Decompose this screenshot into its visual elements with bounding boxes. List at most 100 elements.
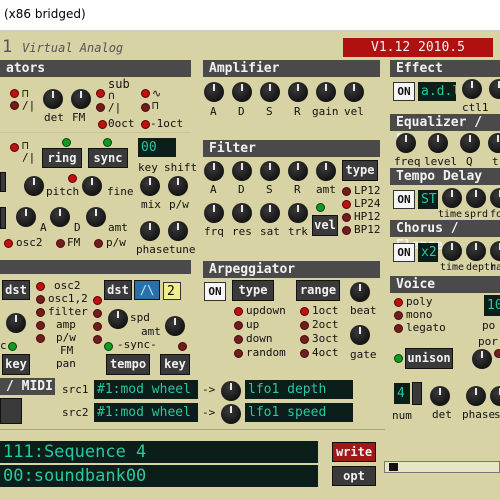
lfo-tempo-button[interactable]: tempo xyxy=(106,354,150,375)
phase-knob[interactable] xyxy=(140,221,160,241)
env-a-knob[interactable] xyxy=(16,207,36,227)
effect-ctl1-knob[interactable] xyxy=(462,79,482,99)
step-sequencer-strip[interactable] xyxy=(384,461,500,473)
unison-num-stepper[interactable] xyxy=(412,382,422,405)
lfo-osc12-led[interactable] xyxy=(36,295,45,304)
key-shift-display[interactable]: 00 xyxy=(138,138,176,157)
osc-det-knob[interactable] xyxy=(43,89,63,109)
filter-sat-knob[interactable] xyxy=(260,203,280,223)
lfo2-sync-led-2[interactable] xyxy=(178,342,187,351)
lfo-wave-triangle-icon[interactable]: /\ xyxy=(134,280,160,300)
oct0-led[interactable] xyxy=(98,120,107,129)
env-amt-knob[interactable] xyxy=(86,207,106,227)
lfo2-led-4[interactable] xyxy=(93,335,102,344)
arp-gate-knob[interactable] xyxy=(350,325,370,345)
arp-range-button[interactable]: range xyxy=(296,280,340,301)
voice-poly-led[interactable] xyxy=(394,298,403,307)
arp-4oct-led[interactable] xyxy=(300,349,309,358)
delay-on-button[interactable]: ON xyxy=(393,190,415,209)
sub-wave-led-2[interactable] xyxy=(141,103,150,112)
src2-select[interactable]: #1:mod wheel xyxy=(94,403,198,422)
unison-led[interactable] xyxy=(394,354,403,363)
voice-side-led[interactable] xyxy=(494,349,500,358)
effect-ctl2-knob[interactable] xyxy=(489,79,500,99)
arp-updown-led[interactable] xyxy=(234,307,243,316)
chorus-on-button[interactable]: ON xyxy=(393,243,415,262)
filter-lp12-led[interactable] xyxy=(342,187,351,196)
lfo2-led-3[interactable] xyxy=(93,322,102,331)
eq-level-knob[interactable] xyxy=(428,133,448,153)
lfo1-spd-knob[interactable] xyxy=(6,313,26,333)
amp-a-knob[interactable] xyxy=(204,82,224,102)
filter-type-button[interactable]: type xyxy=(342,160,378,181)
chorus-time-knob[interactable] xyxy=(442,241,462,261)
pitch-knob[interactable] xyxy=(24,176,44,196)
midi-channel-button[interactable] xyxy=(0,398,22,424)
lfo-filter-led[interactable] xyxy=(36,308,45,317)
sequencer-step-active[interactable] xyxy=(389,463,398,471)
fm-target-led[interactable] xyxy=(56,239,65,248)
arp-random-led[interactable] xyxy=(234,349,243,358)
eq-q-knob[interactable] xyxy=(460,133,480,153)
pitch-led[interactable] xyxy=(68,174,77,183)
osc-fm-knob[interactable] xyxy=(71,89,91,109)
program-bank-display[interactable]: 00:soundbank00 xyxy=(0,465,318,487)
amp-d-knob[interactable] xyxy=(232,82,252,102)
filter-bp12-led[interactable] xyxy=(342,226,351,235)
arp-on-button[interactable]: ON xyxy=(204,282,226,301)
fine-knob[interactable] xyxy=(82,176,102,196)
osc2-target-led[interactable] xyxy=(4,239,13,248)
pw-target-led[interactable] xyxy=(94,239,103,248)
dst1-select[interactable]: lfo1 depth xyxy=(245,380,353,399)
delay-time-knob[interactable] xyxy=(442,188,462,208)
mix-knob[interactable] xyxy=(140,176,160,196)
filter-res-knob[interactable] xyxy=(232,203,252,223)
src1-select[interactable]: #1:mod wheel xyxy=(94,380,198,399)
wave-led-2[interactable] xyxy=(10,101,19,110)
lfo2-amt-knob[interactable] xyxy=(165,316,185,336)
tune-knob[interactable] xyxy=(168,221,188,241)
amp-r-knob[interactable] xyxy=(288,82,308,102)
sub-wave-led-1[interactable] xyxy=(141,89,150,98)
portamento-knob[interactable] xyxy=(472,349,492,369)
filter-amt-knob[interactable] xyxy=(316,161,336,181)
chorus-mode-display[interactable]: x2 xyxy=(418,243,438,262)
sub-led-2[interactable] xyxy=(96,103,105,112)
delay-sprd-knob[interactable] xyxy=(466,188,486,208)
unison-s-knob[interactable] xyxy=(490,386,500,406)
env-d-knob[interactable] xyxy=(50,207,70,227)
lfo1-key-button[interactable]: key xyxy=(2,354,30,375)
eq-t-knob[interactable] xyxy=(488,133,500,153)
chorus-rate-knob[interactable] xyxy=(490,241,500,261)
arp-3oct-led[interactable] xyxy=(300,335,309,344)
osc2-wave-led[interactable] xyxy=(10,143,19,152)
env-left-button[interactable] xyxy=(0,207,6,229)
ring-button[interactable]: ring xyxy=(42,148,82,168)
pw-knob[interactable] xyxy=(168,176,188,196)
unison-det-knob[interactable] xyxy=(430,386,450,406)
lfo-pw-led[interactable] xyxy=(36,334,45,343)
filter-s-knob[interactable] xyxy=(260,161,280,181)
filter-vel-led[interactable] xyxy=(316,203,325,212)
voice-poly-display[interactable]: 10 xyxy=(484,295,500,316)
filter-d-knob[interactable] xyxy=(232,161,252,181)
eq-freq-knob[interactable] xyxy=(396,133,416,153)
amp-gain-knob[interactable] xyxy=(316,82,336,102)
arp-type-button[interactable]: type xyxy=(232,280,274,301)
delay-fo-knob[interactable] xyxy=(490,188,500,208)
lfo2-led-2[interactable] xyxy=(93,309,102,318)
lfo1-sync-led[interactable] xyxy=(8,342,17,351)
delay-mode-display[interactable]: ST xyxy=(418,190,438,209)
amp-vel-knob[interactable] xyxy=(344,82,364,102)
arp-up-led[interactable] xyxy=(234,321,243,330)
chorus-depth-knob[interactable] xyxy=(466,241,486,261)
lfo-osc2-led[interactable] xyxy=(36,282,45,291)
unison-num-display[interactable]: 4 xyxy=(394,383,410,404)
filter-a-knob[interactable] xyxy=(204,161,224,181)
filter-r-knob[interactable] xyxy=(288,161,308,181)
lfo2-key-button[interactable]: key xyxy=(160,354,190,375)
lfo2-sync-led[interactable] xyxy=(104,342,113,351)
amp-s-knob[interactable] xyxy=(260,82,280,102)
mod2-amount-knob[interactable] xyxy=(221,404,241,424)
sync-button[interactable]: sync xyxy=(88,148,128,168)
